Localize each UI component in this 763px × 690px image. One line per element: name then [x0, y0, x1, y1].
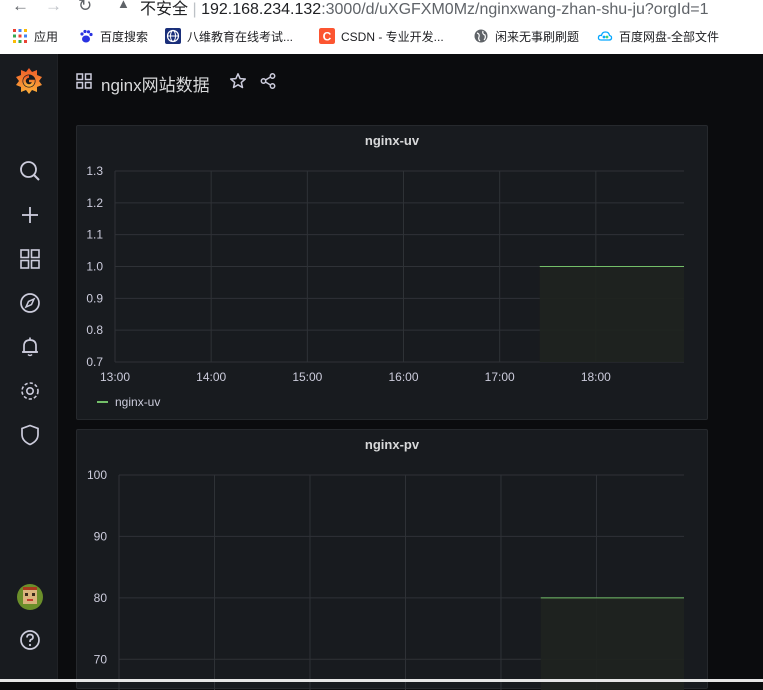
share-icon[interactable] — [259, 72, 277, 90]
bookmark-baidu-pan[interactable]: 百度网盘-全部文件 — [597, 27, 719, 45]
browser-chrome: ← → ↻ ▲ 不安全 | 192.168.234.132:3000/d/uXG… — [0, 0, 763, 54]
x-tick-label: 17:00 — [485, 370, 515, 384]
back-arrow-icon[interactable]: ← — [12, 0, 29, 16]
panel-nginx-pv: nginx-pv 100 90 80 70 — [76, 429, 709, 690]
panel-nginx-uv: nginx-uv 1.3 1.2 1.1 1.0 0.9 0.8 0.7 13:00 14:00… — [76, 125, 708, 420]
series-area — [540, 597, 684, 690]
bookmarks-bar: 应用 百度搜索 八维教育在线考试... C CSDN - 专业开发... 闲来无… — [0, 22, 763, 50]
x-tick-label: 13:00 — [100, 370, 130, 384]
bookmark-label: 百度网盘-全部文件 — [619, 29, 719, 44]
reload-icon[interactable]: ↻ — [78, 0, 92, 16]
bookmark-label: CSDN - 专业开发... — [341, 29, 444, 44]
svg-text:C: C — [323, 30, 332, 44]
csdn-c-icon: C — [319, 28, 335, 44]
y-tick-label: 1.3 — [86, 164, 103, 178]
star-icon[interactable] — [229, 72, 247, 90]
y-tick-label: 90 — [94, 529, 108, 543]
y-tick-label: 100 — [87, 468, 107, 482]
x-tick-label: 15:00 — [292, 370, 322, 384]
globe-icon — [474, 29, 488, 43]
legend-swatch — [97, 401, 108, 403]
bawei-globe-icon — [165, 28, 181, 44]
dashboards-grid-icon[interactable] — [17, 246, 43, 272]
legend-item[interactable]: nginx-uv — [97, 395, 160, 409]
grafana-logo-icon[interactable] — [14, 66, 44, 96]
search-icon[interactable] — [17, 158, 43, 184]
address-bar: ← → ↻ ▲ 不安全 | 192.168.234.132:3000/d/uXG… — [0, 0, 763, 18]
security-label: 不安全 — [140, 1, 189, 18]
bookmark-label: 百度搜索 — [100, 29, 149, 44]
url-field[interactable]: 不安全 | 192.168.234.132:3000/d/uXGFXM0Mz/n… — [140, 0, 709, 18]
url-host: 192.168.234.132 — [201, 1, 322, 18]
dashboard-navbar: nginx网站数据 — [58, 54, 763, 110]
server-admin-shield-icon[interactable] — [17, 422, 43, 448]
chart-nginx-pv[interactable]: 100 90 80 70 — [77, 430, 709, 690]
url-path: :3000/d/uXGFXM0Mz/nginxwang-zhan-shu-ju?… — [321, 1, 709, 18]
bookmark-bawei[interactable]: 八维教育在线考试... — [165, 27, 293, 45]
y-tick-label: 0.8 — [86, 323, 103, 337]
x-tick-label: 16:00 — [388, 370, 418, 384]
not-secure-warning-icon[interactable]: ▲ — [117, 0, 130, 11]
sidebar — [0, 54, 58, 682]
help-icon[interactable] — [17, 627, 43, 653]
y-tick-label: 1.0 — [86, 260, 103, 274]
y-tick-label: 1.2 — [86, 196, 103, 210]
dashboard-title[interactable]: nginx网站数据 — [101, 71, 210, 96]
y-tick-label: 70 — [94, 652, 108, 666]
bookmark-apps[interactable]: 应用 — [12, 27, 58, 45]
forward-arrow-icon[interactable]: → — [45, 0, 62, 16]
configuration-gear-icon[interactable] — [17, 378, 43, 404]
alerting-bell-icon[interactable] — [17, 334, 43, 360]
baidu-paw-icon — [80, 29, 93, 43]
series-area — [539, 266, 684, 362]
y-tick-label: 1.1 — [86, 228, 103, 242]
legend-label: nginx-uv — [115, 395, 161, 409]
user-avatar[interactable] — [16, 583, 44, 611]
bookmark-csdn[interactable]: C CSDN - 专业开发... — [319, 27, 444, 45]
x-tick-label: 14:00 — [196, 370, 226, 384]
y-tick-label: 0.7 — [86, 355, 103, 369]
plus-icon[interactable] — [17, 202, 43, 228]
x-tick-label: 18:00 — [581, 370, 611, 384]
y-tick-label: 80 — [94, 591, 108, 605]
bookmark-baidu-search[interactable]: 百度搜索 — [78, 27, 148, 45]
dashboard-grid-icon — [76, 73, 92, 89]
apps-grid-icon — [13, 29, 27, 43]
chart-nginx-uv[interactable]: 1.3 1.2 1.1 1.0 0.9 0.8 0.713:00 14:00 15:00 16:0… — [77, 126, 709, 421]
baidu-cloud-icon — [597, 31, 613, 41]
y-tick-label: 0.9 — [86, 291, 103, 305]
bookmark-label: 闲来无事刷刷题 — [495, 29, 580, 44]
explore-compass-icon[interactable] — [17, 290, 43, 316]
bookmark-practice[interactable]: 闲来无事刷刷题 — [473, 27, 579, 45]
bookmark-label: 应用 — [34, 29, 59, 44]
bookmark-label: 八维教育在线考试... — [187, 29, 294, 44]
